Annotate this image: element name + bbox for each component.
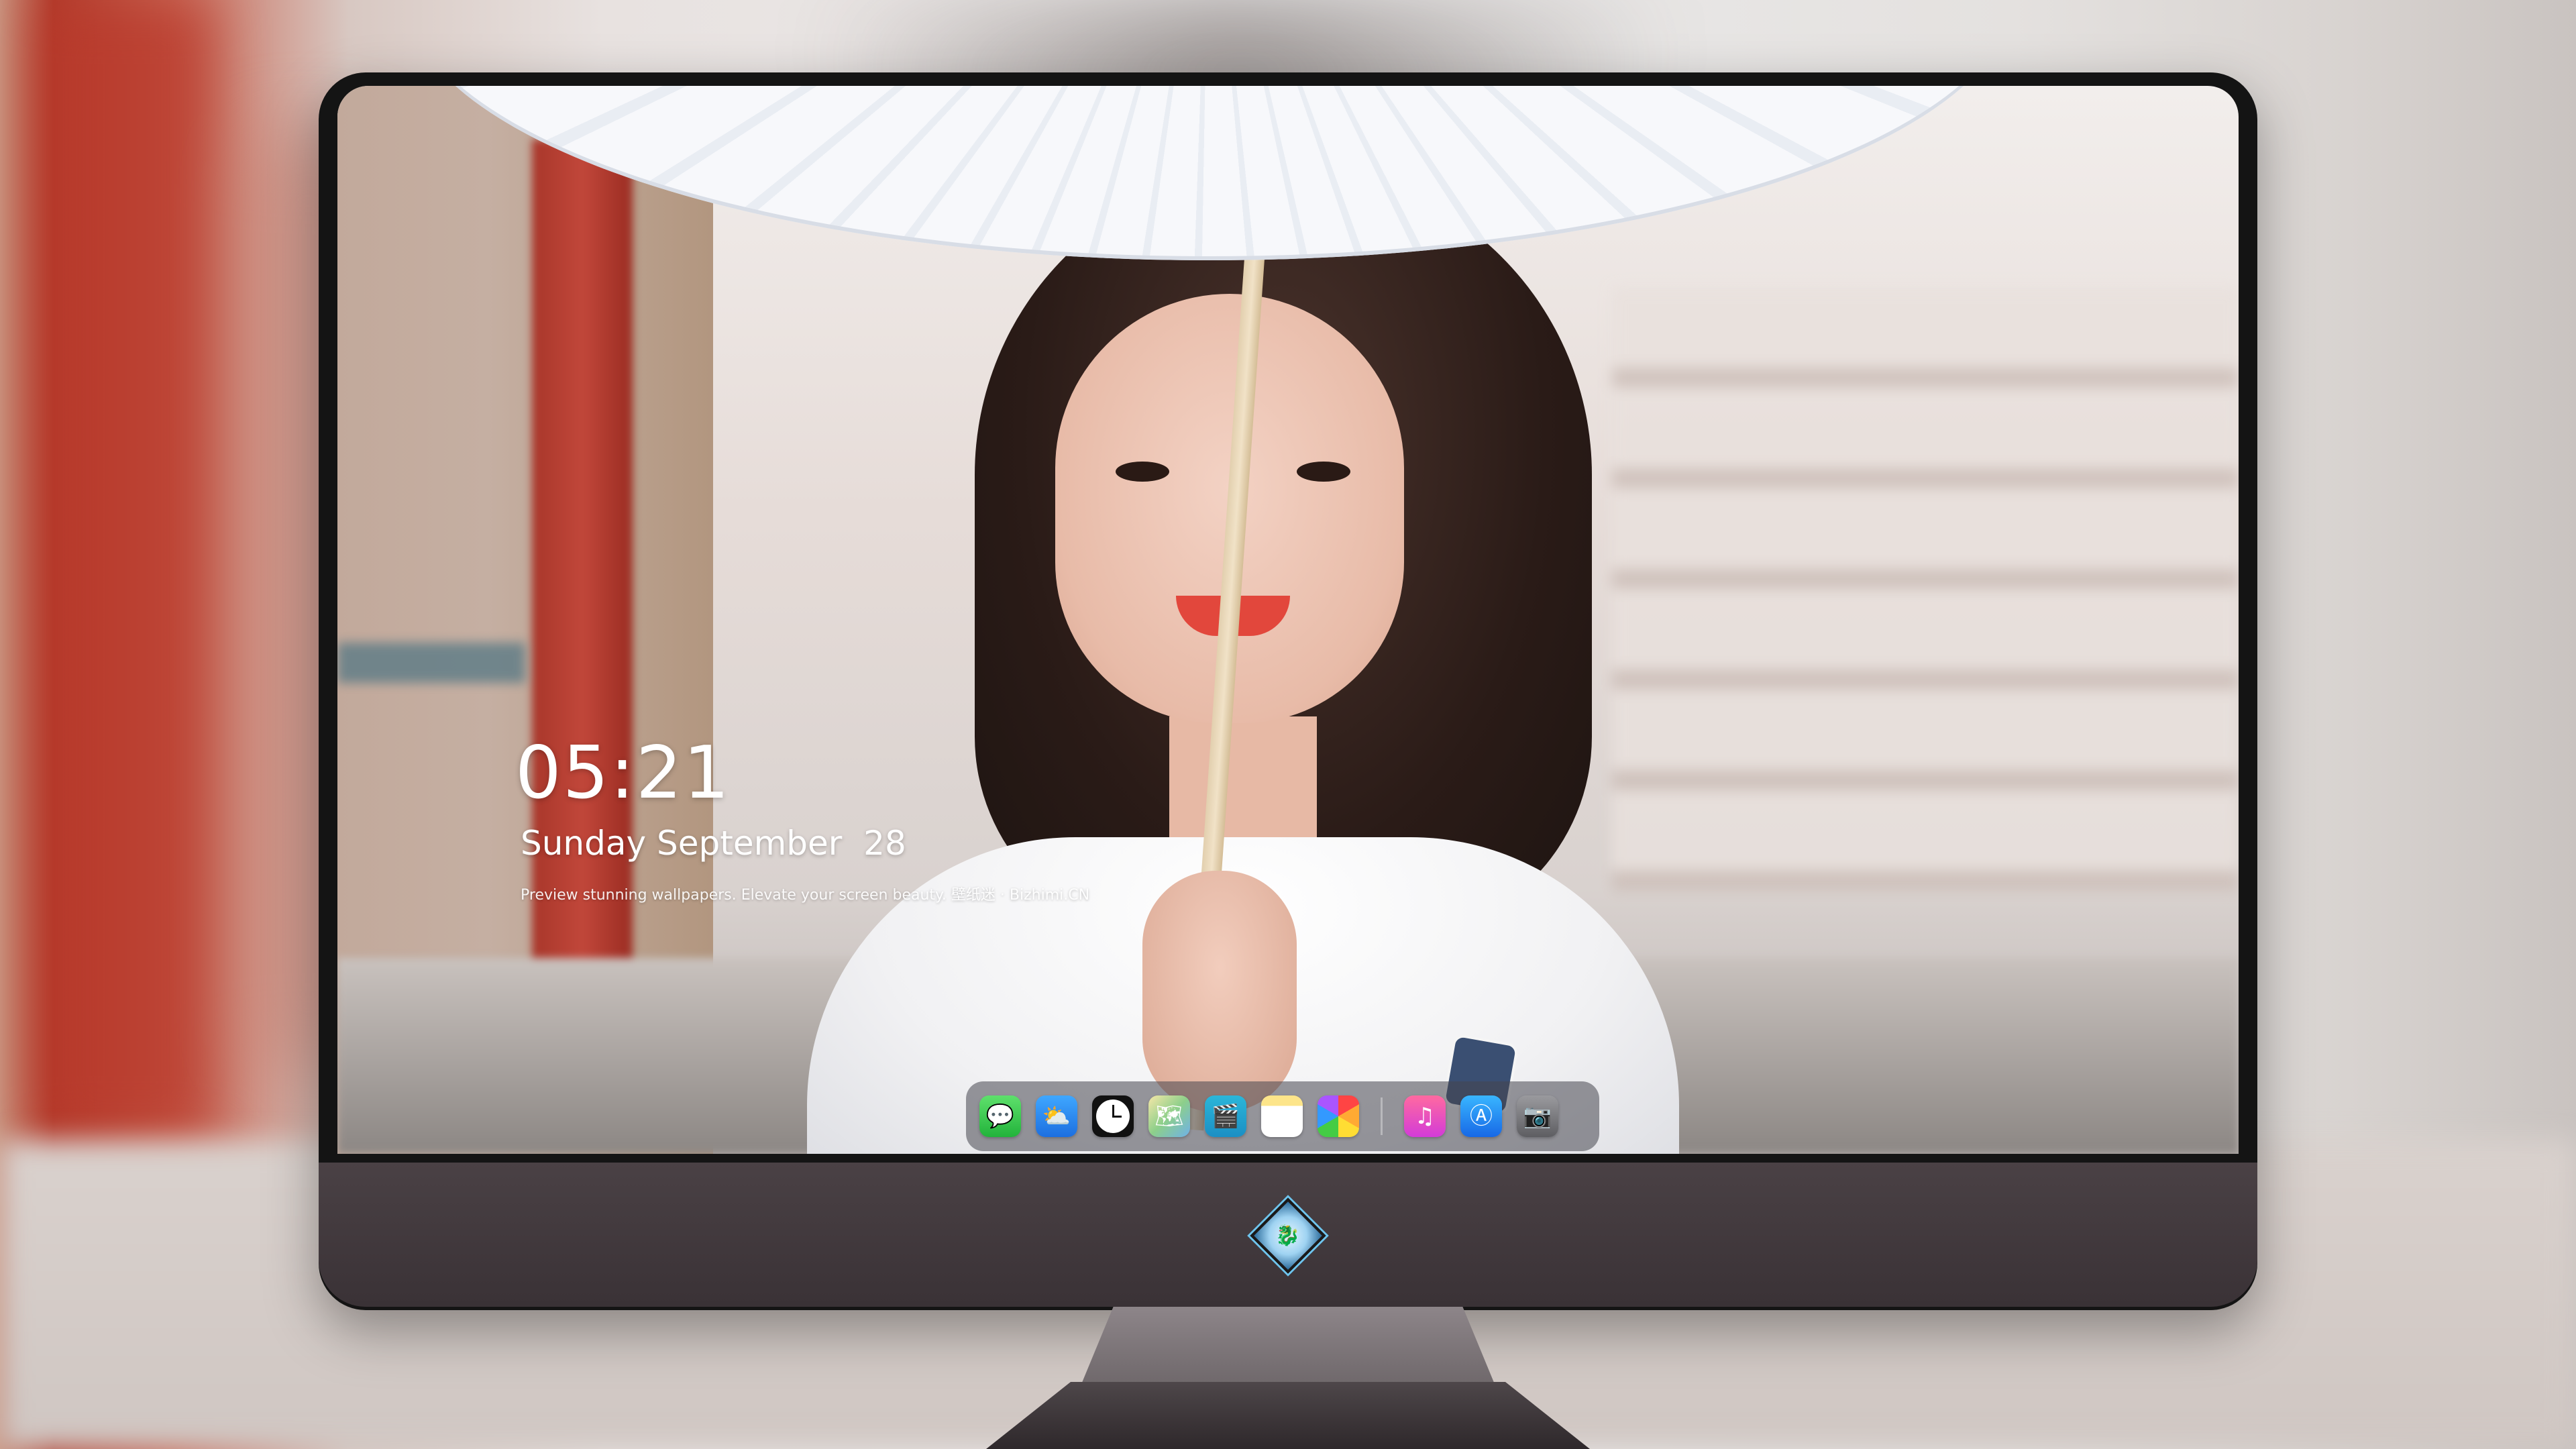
camera-icon[interactable]: 📷 bbox=[1517, 1095, 1558, 1137]
clock-icon[interactable] bbox=[1092, 1095, 1134, 1137]
monitor-stand-neck bbox=[1080, 1307, 1496, 1387]
messages-icon[interactable]: 💬 bbox=[979, 1095, 1021, 1137]
lockscreen-date: Sunday September 28 bbox=[521, 824, 906, 863]
wallpaper-blue-band bbox=[337, 643, 525, 683]
dragon-logo-icon: 🐉 bbox=[1250, 1197, 1326, 1274]
blurred-red-pillar bbox=[40, 0, 215, 1140]
maps-icon[interactable]: 🗺 bbox=[1148, 1095, 1190, 1137]
clips-icon[interactable]: 🎬 bbox=[1205, 1095, 1246, 1137]
monitor-screen bbox=[337, 86, 2239, 1154]
wallpaper-eye-right bbox=[1297, 462, 1350, 482]
weather-icon[interactable]: ⛅ bbox=[1036, 1095, 1077, 1137]
app-store-icon[interactable]: Ⓐ bbox=[1460, 1095, 1502, 1137]
notes-icon[interactable] bbox=[1261, 1095, 1303, 1137]
dock-separator bbox=[1381, 1097, 1383, 1135]
lockscreen-clock: 05:21 bbox=[515, 731, 731, 815]
wallpaper-hand bbox=[1142, 871, 1297, 1112]
monitor-stand-base bbox=[986, 1382, 1590, 1449]
app-dock: 💬 ⛅ 🗺 🎬 ♫ Ⓐ 📷 bbox=[966, 1081, 1599, 1151]
photos-icon[interactable] bbox=[1318, 1095, 1359, 1137]
music-icon[interactable]: ♫ bbox=[1404, 1095, 1446, 1137]
wallpaper-balustrade bbox=[1612, 287, 2239, 891]
wallpaper-eye-left bbox=[1116, 462, 1169, 482]
lockscreen-tagline: Preview stunning wallpapers. Elevate you… bbox=[521, 887, 1090, 904]
